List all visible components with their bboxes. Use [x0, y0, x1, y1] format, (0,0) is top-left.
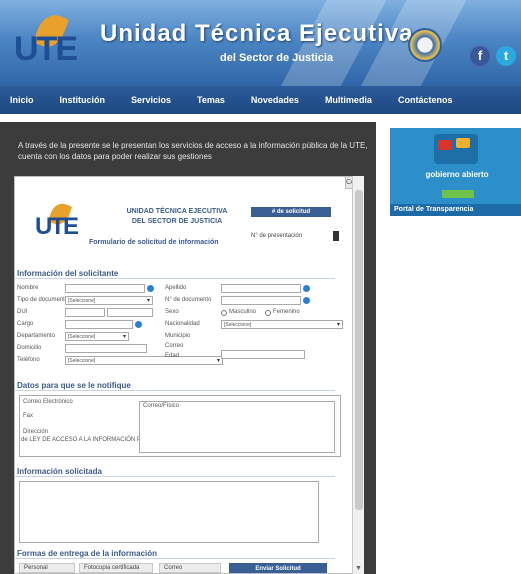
speech-bubble-icon [456, 138, 470, 148]
delivery-option-certified-copy[interactable]: Fotocopia certificada [79, 563, 153, 573]
form-logo: UTE [35, 200, 83, 243]
num-documento-input[interactable] [221, 296, 301, 305]
main-nav: Inicio Institución Servicios Temas Noved… [0, 86, 521, 114]
notify-label-address: Dirección [23, 429, 49, 435]
telefono-select[interactable]: [Seleccione] [65, 356, 223, 365]
info-icon[interactable] [303, 297, 310, 304]
modal-scrollbar[interactable]: ▼ [352, 176, 364, 574]
panel-caption: gobierno abierto [425, 170, 489, 179]
label-cargo: Cargo [17, 321, 34, 327]
info-icon[interactable] [303, 285, 310, 292]
form-header-line-2: DEL SECTOR DE JUSTICIA [131, 218, 223, 225]
panel-green-strip [442, 190, 474, 198]
label-telefono: Teléfono [17, 357, 40, 363]
facebook-icon[interactable]: f [470, 46, 490, 66]
site-title: Unidad Técnica Ejecutiva [100, 20, 414, 47]
scroll-down-icon[interactable]: ▼ [355, 565, 362, 572]
cargo-input[interactable] [65, 320, 133, 329]
transparency-panel[interactable]: gobierno abierto Portal de Transparencia [390, 128, 521, 216]
twitter-icon[interactable]: t [496, 46, 516, 66]
site-header-banner: UTE Unidad Técnica Ejecutiva del Sector … [0, 0, 521, 86]
presentation-number-label: N° de presentación [251, 233, 303, 239]
departamento-select[interactable]: [Seleccione] [65, 332, 129, 341]
logo-text: UTE [14, 30, 78, 68]
label-num-documento: N° de documento [165, 297, 212, 303]
nav-item-novedades[interactable]: Novedades [251, 95, 299, 105]
nav-item-institucion[interactable]: Institución [60, 95, 106, 105]
document-icon[interactable] [333, 231, 339, 241]
transparency-portal-link[interactable]: Portal de Transparencia [390, 204, 521, 216]
info-icon[interactable] [135, 321, 142, 328]
notify-field-text: Correo/Físico [143, 403, 180, 409]
form-header-line-1: UNIDAD TÉCNICA EJECUTIVA [126, 208, 228, 215]
form-logo-text: UTE [35, 213, 79, 240]
sexo-masculino-radio[interactable] [221, 310, 227, 316]
national-seal-icon [408, 28, 442, 62]
label-dui: DUI [17, 309, 28, 315]
sexo-masculino-label: Masculino [229, 309, 257, 315]
nacionalidad-select[interactable]: [Seleccione] [221, 320, 343, 329]
nav-item-multimedia[interactable]: Multimedia [325, 95, 372, 105]
sexo-femenino-label: Femenino [273, 309, 300, 315]
notify-label-fax: Fax [23, 413, 34, 419]
label-municipio: Municipio [165, 333, 191, 339]
label-edad: Edad [165, 353, 180, 359]
label-domicilio: Domicilio [17, 345, 42, 351]
submit-button[interactable]: Enviar Solicitud [229, 563, 327, 573]
delivery-option-personal[interactable]: Personal [19, 563, 75, 573]
request-form-modal: Cerrar UTE UNIDAD TÉCNICA EJECUTIVA DEL … [14, 176, 364, 574]
domicilio-input[interactable] [65, 344, 147, 353]
tipo-documento-select[interactable]: [Seleccione] [65, 296, 153, 305]
info-requested-textarea[interactable] [19, 481, 319, 543]
request-id-box: # de solicitud [251, 207, 331, 217]
label-sexo: Sexo [165, 309, 179, 315]
label-nacionalidad: Nacionalidad [165, 321, 200, 327]
section-applicant: Información del solicitante [15, 269, 335, 279]
scrollbar-thumb[interactable] [355, 190, 363, 510]
label-nombre: Nombre [17, 285, 39, 291]
nav-item-temas[interactable]: Temas [197, 95, 225, 105]
nombre-input[interactable] [65, 284, 145, 293]
edad-input[interactable] [221, 350, 305, 359]
sexo-femenino-radio[interactable] [265, 310, 271, 316]
nav-item-inicio[interactable]: Inicio [10, 95, 34, 105]
notify-label-email: Correo Electrónico [23, 399, 73, 405]
form-title: Formulario de solicitud de información [89, 239, 219, 246]
speech-bubble-icon [438, 140, 452, 150]
section-info: Información solicitada [15, 467, 335, 477]
site-subtitle: del Sector de Justicia [220, 52, 334, 64]
dui-extra-input[interactable] [107, 308, 153, 317]
overlay-message: A través de la presente se le presentan … [18, 141, 368, 161]
label-correo: Correo [165, 343, 184, 349]
open-government-icon [434, 134, 478, 164]
label-apellido: Apellido [165, 285, 187, 291]
section-notify: Datos para que se le notifique [15, 381, 335, 391]
dui-input[interactable] [65, 308, 105, 317]
site-logo[interactable]: UTE [14, 10, 78, 72]
nav-item-servicios[interactable]: Servicios [131, 95, 171, 105]
label-tipo-documento: Tipo de documento [17, 297, 69, 303]
browser-page: UTE Unidad Técnica Ejecutiva del Sector … [0, 0, 521, 574]
form-institution-header: UNIDAD TÉCNICA EJECUTIVA DEL SECTOR DE J… [107, 207, 247, 227]
info-icon[interactable] [147, 285, 154, 292]
label-departamento: Departamento [17, 333, 56, 339]
delivery-option-mail[interactable]: Correo [159, 563, 221, 573]
nav-item-contactenos[interactable]: Contáctenos [398, 95, 453, 105]
apellido-input[interactable] [221, 284, 301, 293]
section-delivery: Formas de entrega de la información [15, 549, 335, 559]
